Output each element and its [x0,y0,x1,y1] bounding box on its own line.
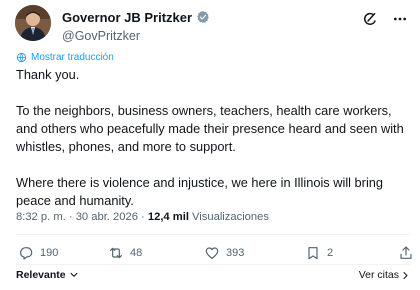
tweet-header: Governor JB Pritzker @GovPritzker [62,9,210,43]
views-label: Visualizaciones [192,211,269,223]
divider [16,234,410,235]
bookmark-button[interactable]: 2 [305,245,333,261]
sort-replies-label: Relevante [16,269,66,281]
divider [16,264,410,265]
tweet-paragraph: Thank you. [16,67,80,82]
like-button[interactable]: 393 [204,245,244,261]
like-count: 393 [226,247,245,259]
bookmark-icon [308,247,318,260]
tweet-top-actions [362,11,408,27]
tweet-paragraph: To the neighbors, business owners, teach… [16,103,404,154]
avatar[interactable] [15,5,51,41]
tweet-meta: 8:32 p. m. · 30 abr. 2026 · 12,4 mil Vis… [16,211,269,223]
retweet-button[interactable]: 48 [108,245,142,261]
verified-badge-icon[interactable] [196,10,210,24]
chevron-down-icon [70,272,78,277]
show-translation-label: Mostrar traducción [31,52,114,63]
reply-icon [20,247,33,260]
meta-separator: · [141,211,145,223]
translate-globe-icon [16,52,27,63]
tweet: Governor JB Pritzker @GovPritzker Mostra… [0,0,420,290]
more-icon[interactable] [392,11,408,27]
retweet-count: 48 [130,247,143,259]
like-icon [205,247,219,259]
handle[interactable]: @GovPritzker [62,29,210,43]
views-count[interactable]: 12,4 mil [148,211,189,223]
grok-icon[interactable] [362,11,378,27]
show-translation-link[interactable]: Mostrar traducción [16,52,114,63]
retweet-icon [110,247,122,259]
tweet-text: Thank you. To the neighbors, business ow… [16,66,410,210]
tweet-actions: 190 48 393 2 [16,245,412,263]
reply-button[interactable]: 190 [18,245,58,261]
tweet-date[interactable]: 30 abr. 2026 [76,211,138,223]
display-name[interactable]: Governor JB Pritzker [62,10,192,25]
see-quotes-link[interactable]: Ver citas [359,269,410,281]
reply-count: 190 [40,247,59,259]
share-button[interactable] [398,245,420,261]
meta-separator: · [68,211,73,223]
name-row: Governor JB Pritzker [62,9,210,25]
replies-footer: Relevante Ver citas [16,269,410,283]
chevron-right-icon [403,271,408,279]
tweet-paragraph: Where there is violence and injustice, w… [16,175,384,208]
see-quotes-label: Ver citas [358,269,399,281]
share-icon [400,246,412,259]
bookmark-count: 2 [327,247,334,259]
tweet-time[interactable]: 8:32 p. m. [16,211,66,223]
sort-replies-dropdown[interactable]: Relevante [16,269,79,281]
